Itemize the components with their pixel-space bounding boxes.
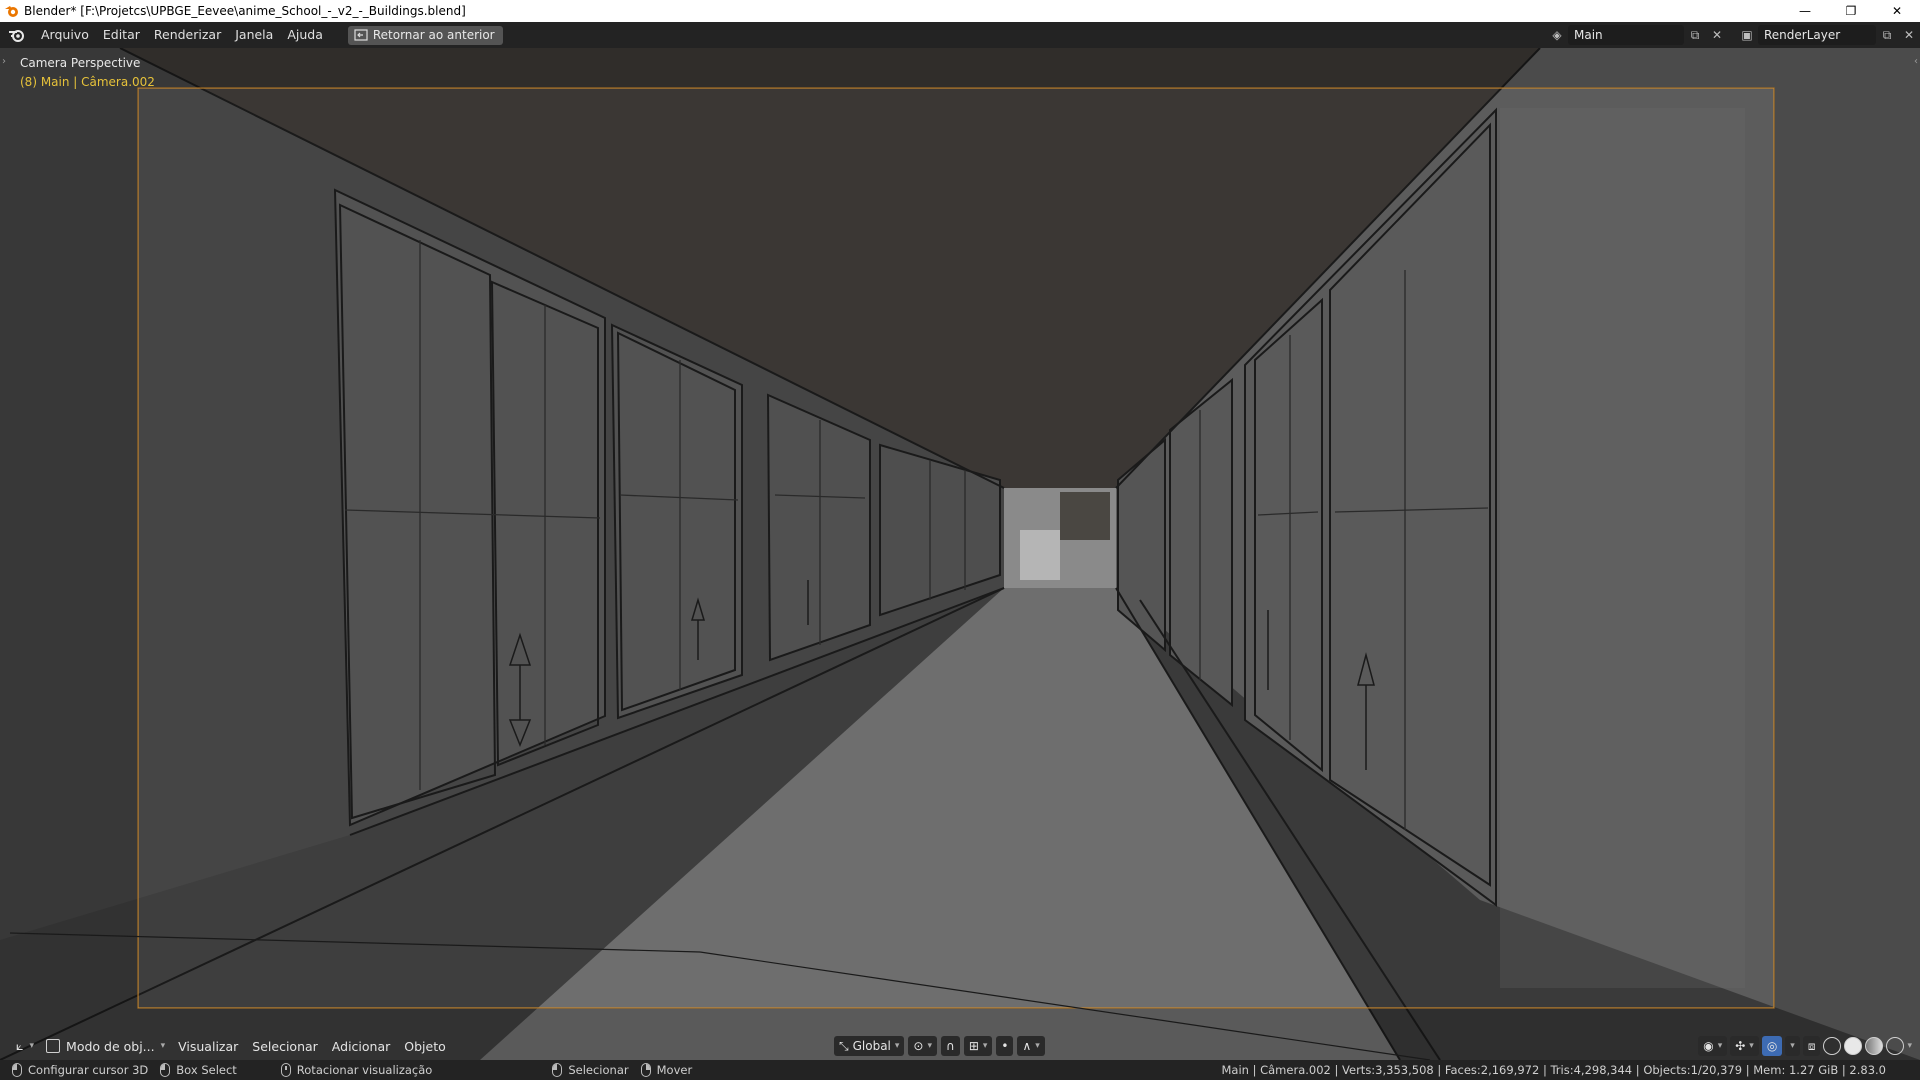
hint-rotate-view: Rotacionar visualização [280,1063,433,1077]
snap-target-dropdown[interactable]: ⊞ ▾ [963,1036,993,1056]
shading-options-chevron-icon[interactable]: ▾ [1907,1041,1912,1051]
back-button-label: Retornar ao anterior [372,28,495,42]
hint-move: Mover [640,1063,693,1077]
scene-statistics: Main | Câmera.002 | Verts:3,353,508 | Fa… [1221,1063,1886,1077]
hint-configure-cursor: Configurar cursor 3D [12,1063,148,1077]
mode-label: Modo de obj... [66,1038,155,1054]
chevron-down-icon: ▾ [1790,1041,1795,1051]
3d-viewport[interactable]: › ‹ Camera Perspective (8) Main | Câmera… [0,48,1920,1060]
viewport-header: ⟀ ▾ Modo de obj... ▾ Visualizar Selecion… [0,1033,1920,1059]
hint-label: Selecionar [568,1063,629,1077]
minimize-button[interactable]: — [1782,0,1828,22]
menu-renderizar[interactable]: Renderizar [147,22,228,48]
new-view-layer-icon[interactable]: ⧉ [1876,25,1898,45]
hint-label: Rotacionar visualização [296,1063,433,1077]
mouse-drag-icon [160,1063,171,1077]
back-screen-icon [354,29,368,41]
chevron-down-icon: ▾ [1717,1041,1723,1051]
hint-select: Selecionar [552,1063,629,1077]
menu-editar[interactable]: Editar [96,22,147,48]
visibility-dropdown[interactable]: ◉ ▾ [1698,1036,1728,1056]
object-mode-selector[interactable]: Modo de obj... ▾ [40,1039,171,1054]
orientation-icon: ⤡ [839,1038,849,1053]
new-scene-icon[interactable]: ⧉ [1684,25,1706,45]
corridor-scene[interactable] [0,48,1920,1060]
restore-button[interactable]: ❐ [1828,0,1874,22]
mouse-right-icon [640,1063,651,1077]
view-layer-field[interactable]: RenderLayer [1758,25,1876,45]
blender-app-icon [5,6,18,17]
blender-topbar: Arquivo Editar Renderizar Janela Ajuda R… [0,22,1920,48]
viewport-title: Camera Perspective [20,56,141,70]
proportional-edit-toggle[interactable]: • [996,1036,1014,1056]
delete-view-layer-icon[interactable]: ✕ [1898,25,1920,45]
object-mode-icon [46,1039,61,1053]
scene-selector-icon[interactable]: ◈ [1546,25,1568,45]
mouse-left-icon [12,1063,22,1077]
chevron-down-icon: ▾ [1035,1041,1040,1051]
material-preview-button[interactable] [1865,1037,1884,1055]
chevron-down-icon: ▾ [1749,1041,1754,1051]
menu-selecionar[interactable]: Selecionar [245,1039,325,1054]
chevron-down-icon: ▾ [29,1041,35,1051]
chevron-down-icon: ▾ [982,1041,988,1051]
xray-icon: ⧈ [1807,1038,1816,1053]
orientation-label: Global [852,1039,891,1053]
wireframe-shading-button[interactable] [1823,1037,1842,1055]
left-panel-toggle-icon[interactable]: › [2,56,6,67]
scene-name-field[interactable]: Main [1568,25,1684,45]
view-layer-name: RenderLayer [1764,28,1841,42]
snap-increment-icon: ⊞ [968,1039,979,1053]
eye-icon: ◉ [1703,1039,1714,1053]
rendered-shading-button[interactable] [1886,1037,1905,1055]
falloff-icon: ∧ [1022,1039,1032,1053]
menu-adicionar[interactable]: Adicionar [325,1039,397,1054]
status-bar: Configurar cursor 3D Box Select Rotacion… [0,1060,1920,1080]
window-titlebar: Blender* [F:\Projetcs\UPBGE_Eevee\anime_… [0,0,1920,22]
mouse-middle-icon [280,1063,291,1077]
viewport-subtitle: (8) Main | Câmera.002 [20,75,155,89]
falloff-dropdown[interactable]: ∧ ▾ [1017,1036,1045,1056]
blender-logo-icon[interactable] [0,22,34,48]
right-panel-toggle-icon[interactable]: ‹ [1914,56,1918,67]
window-title: Blender* [F:\Projetcs\UPBGE_Eevee\anime_… [24,4,466,18]
snap-toggle[interactable]: ∩ [941,1036,960,1056]
overlays-toggle[interactable]: ◎ [1761,1036,1783,1056]
overlays-dropdown[interactable]: ▾ [1785,1036,1800,1056]
hint-label: Box Select [176,1063,237,1077]
close-window-button[interactable]: ✕ [1874,0,1920,22]
solid-shading-button[interactable] [1844,1037,1863,1055]
menu-visualizar[interactable]: Visualizar [171,1039,245,1054]
transform-orientation-dropdown[interactable]: ⤡ Global ▾ [834,1036,905,1056]
delete-scene-icon[interactable]: ✕ [1706,25,1728,45]
back-to-previous-button[interactable]: Retornar ao anterior [347,25,503,45]
menu-janela[interactable]: Janela [228,22,280,48]
xray-toggle[interactable]: ⧈ [1802,1036,1821,1056]
hint-label: Configurar cursor 3D [28,1063,149,1077]
editor-type-selector[interactable]: ⟀ ▾ [10,1038,40,1054]
chevron-down-icon: ▾ [894,1041,900,1051]
menu-arquivo[interactable]: Arquivo [34,22,96,48]
menu-objeto[interactable]: Objeto [397,1039,453,1054]
view-layer-selector-icon[interactable]: ▣ [1736,25,1758,45]
chevron-down-icon: ▾ [160,1041,166,1051]
pivot-point-dropdown[interactable]: ⊙ ▾ [908,1036,938,1056]
scene-name: Main [1574,28,1603,42]
proportional-edit-icon: • [1001,1039,1009,1053]
hint-box-select: Box Select [160,1063,237,1077]
overlays-icon: ◎ [1766,1039,1778,1053]
editor-type-icon: ⟀ [16,1038,24,1053]
viewport-info-overlay: Camera Perspective (8) Main | Câmera.002 [20,56,155,89]
mouse-left-icon [552,1063,563,1077]
hint-label: Mover [656,1063,693,1077]
menu-ajuda[interactable]: Ajuda [280,22,330,48]
gizmo-dropdown[interactable]: ✣ ▾ [1730,1036,1759,1056]
pivot-icon: ⊙ [913,1039,924,1053]
magnet-icon: ∩ [946,1039,955,1053]
chevron-down-icon: ▾ [927,1041,933,1051]
gizmo-icon: ✣ [1735,1039,1746,1053]
